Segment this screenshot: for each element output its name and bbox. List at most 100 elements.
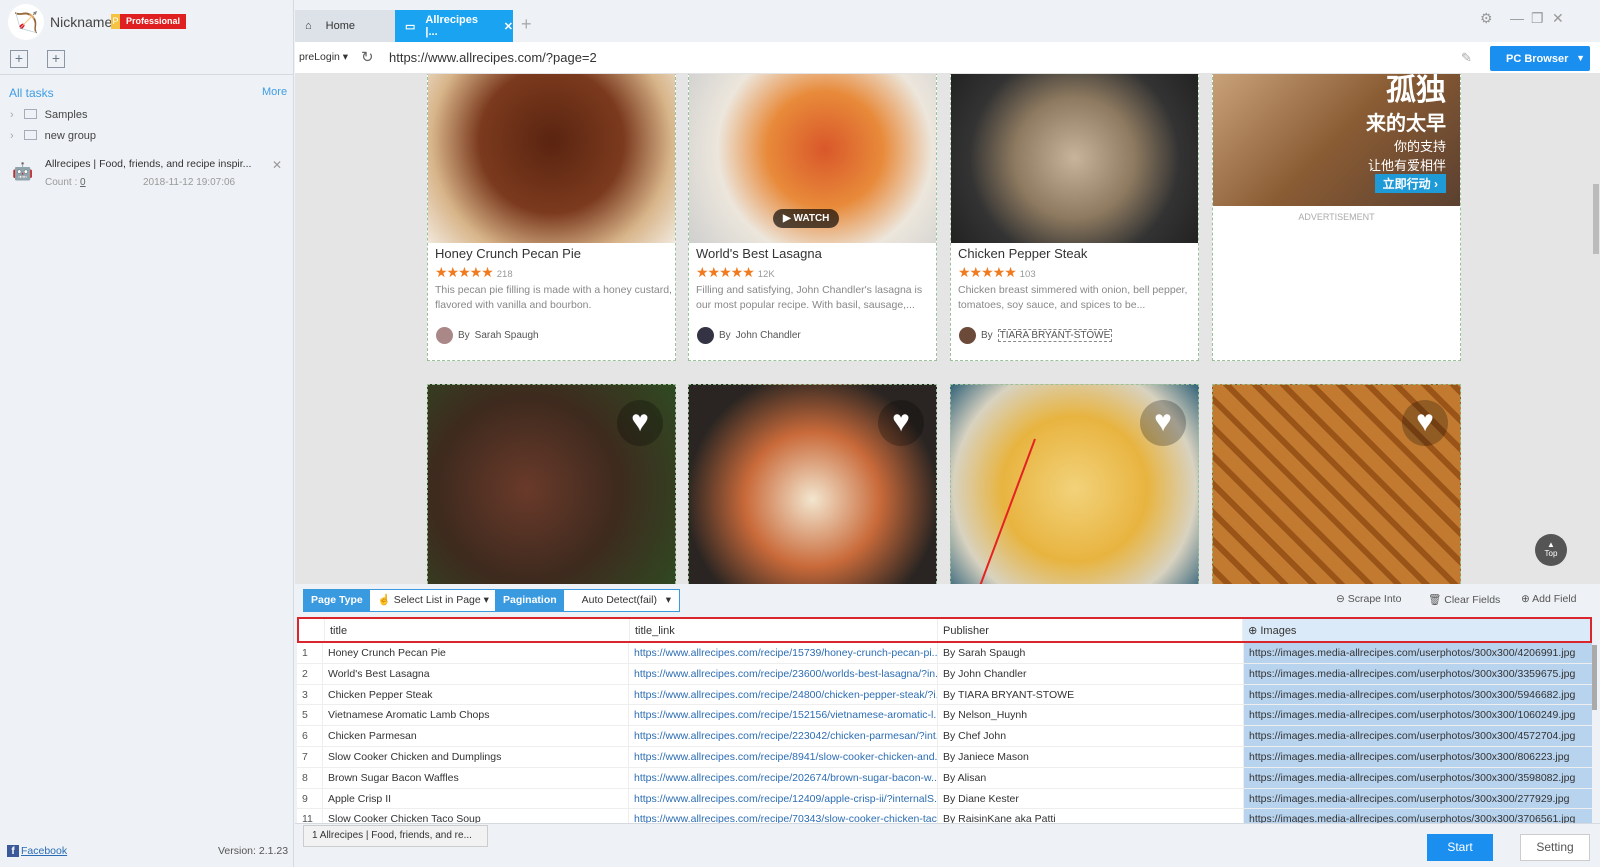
recipe-image[interactable] [428, 74, 675, 243]
heart-icon[interactable]: ♥ [878, 400, 924, 446]
cell-title-link[interactable]: https://www.allrecipes.com/recipe/23600/… [628, 663, 937, 684]
setting-button[interactable]: Setting [1520, 834, 1590, 861]
recipe-card[interactable]: ♥ [688, 384, 937, 584]
heart-icon[interactable]: ♥ [1140, 400, 1186, 446]
heart-icon[interactable]: ♥ [1402, 400, 1448, 446]
cell-title[interactable]: Chicken Pepper Steak [322, 684, 628, 705]
gear-icon[interactable]: ⚙ [1480, 10, 1493, 27]
cell-title-link[interactable]: https://www.allrecipes.com/recipe/12409/… [628, 788, 937, 809]
close-icon[interactable]: ✕ [504, 20, 513, 33]
column-header[interactable]: Publisher [937, 619, 1242, 641]
more-link[interactable]: More [262, 86, 287, 98]
caret-down-icon[interactable]: ▼ [1576, 53, 1585, 63]
recipe-card[interactable]: Chicken Pepper Steak ★★★★★ 103 Chicken br… [950, 74, 1199, 361]
count-value[interactable]: 0 [80, 177, 86, 188]
new-task-icon[interactable]: + [10, 50, 28, 68]
table-row[interactable]: 3 Chicken Pepper Steak https://www.allreci… [297, 684, 1592, 706]
table-row[interactable]: 1 Honey Crunch Pecan Pie https://www.allre… [297, 643, 1592, 664]
cell-images[interactable]: https://images.media-allrecipes.com/user… [1243, 643, 1592, 663]
cell-publisher[interactable]: By Chef John [937, 726, 1243, 746]
column-header[interactable]: title [323, 619, 629, 641]
cell-title[interactable]: Slow Cooker Chicken Taco Soup [322, 809, 628, 823]
cell-title-link[interactable]: https://www.allrecipes.com/recipe/202674… [628, 767, 937, 788]
cell-images[interactable]: https://images.media-allrecipes.com/user… [1243, 726, 1592, 746]
task-title[interactable]: Allrecipes | Food, friends, and recipe i… [45, 158, 251, 170]
table-row[interactable]: 7 Slow Cooker Chicken and Dumplings https:… [297, 746, 1592, 768]
back-to-top-button[interactable]: ▲ Top [1535, 534, 1567, 566]
recipe-image[interactable] [951, 74, 1198, 243]
watch-button[interactable]: ▶ WATCH [773, 209, 840, 228]
table-row[interactable]: 9 Apple Crisp II https://www.allrecipes.co… [297, 788, 1592, 810]
clear-fields-button[interactable]: 🗑 Clear Fields [1428, 593, 1500, 606]
pencil-icon[interactable]: ✎ [1461, 50, 1472, 66]
cell-images[interactable]: https://images.media-allrecipes.com/user… [1243, 788, 1592, 809]
ad-cta[interactable]: 立即行动 › [1374, 174, 1446, 193]
row-index[interactable]: 1 [297, 643, 322, 663]
restore-icon[interactable]: ❐ [1531, 10, 1544, 27]
cell-title[interactable]: Slow Cooker Chicken and Dumplings [322, 746, 628, 767]
nickname[interactable]: Nickname [50, 14, 112, 30]
cell-images[interactable]: https://images.media-allrecipes.com/user… [1243, 809, 1592, 823]
scrape-into-button[interactable]: ⊖ Scrape Into [1336, 593, 1401, 605]
recipe-title[interactable]: World's Best Lasagna [696, 246, 822, 261]
cell-title[interactable]: Apple Crisp II [322, 788, 628, 809]
table-row[interactable]: 8 Brown Sugar Bacon Waffles https://www.al… [297, 767, 1592, 789]
recipe-card[interactable]: ♥ [1212, 384, 1461, 584]
recipe-card[interactable]: Honey Crunch Pecan Pie ★★★★★ 218 This pec… [427, 74, 676, 361]
avatar[interactable]: 🏹 [8, 4, 44, 40]
heart-icon[interactable]: ♥ [617, 400, 663, 446]
facebook-link[interactable]: f Facebook [7, 845, 67, 857]
row-index[interactable]: 9 [297, 789, 322, 809]
row-index[interactable]: 8 [297, 768, 322, 788]
cell-title[interactable]: Vietnamese Aromatic Lamb Chops [322, 705, 628, 726]
table-row[interactable]: 6 Chicken Parmesan https://www.allrecipes.… [297, 726, 1592, 747]
ad-image[interactable]: 孤独 来的太早 你的支持 让他有爱相伴 立即行动 › [1213, 74, 1460, 206]
table-row[interactable]: 2 World's Best Lasagna https://www.allreci… [297, 663, 1592, 685]
reload-icon[interactable]: ↻ [361, 48, 374, 66]
cell-images[interactable]: https://images.media-allrecipes.com/user… [1243, 663, 1592, 684]
row-index[interactable]: 11 [297, 809, 322, 823]
cell-title-link[interactable]: https://www.allrecipes.com/recipe/70343/… [628, 809, 937, 823]
prelogin-dropdown[interactable]: preLogin ▾ [299, 51, 348, 63]
url-input[interactable]: https://www.allrecipes.com/?page=2 [389, 50, 597, 65]
close-window-icon[interactable]: ✕ [1552, 10, 1564, 27]
group-samples[interactable]: › Samples [10, 109, 87, 121]
page-type-select[interactable]: Page Type ☝ Select List in Page ▾ [303, 589, 498, 612]
cell-title[interactable]: Brown Sugar Bacon Waffles [322, 767, 628, 788]
cell-images[interactable]: https://images.media-allrecipes.com/user… [1243, 705, 1592, 726]
cell-publisher[interactable]: By John Chandler [937, 663, 1243, 684]
recipe-card[interactable]: ♥ [427, 384, 676, 584]
pagination-select[interactable]: Pagination Auto Detect(fail) ▾ [495, 589, 680, 612]
row-index[interactable]: 6 [297, 726, 322, 746]
scrollbar[interactable] [1593, 184, 1599, 254]
recipe-author[interactable]: By Sarah Spaugh [436, 327, 539, 344]
close-icon[interactable]: ✕ [272, 158, 282, 172]
cell-publisher[interactable]: By Janiece Mason [937, 746, 1243, 767]
task-tab[interactable]: 1 Allrecipes | Food, friends, and re... [303, 825, 488, 847]
column-header[interactable]: ⊕ Images [1242, 619, 1590, 641]
tab-allrecipes[interactable]: ▭ Allrecipes |... ✕ [395, 10, 513, 42]
column-header[interactable]: title_link [628, 619, 937, 641]
new-folder-icon[interactable]: + [47, 50, 65, 68]
minimize-icon[interactable]: — [1510, 10, 1524, 26]
cell-title[interactable]: Chicken Parmesan [322, 726, 628, 746]
table-row[interactable]: 5 Vietnamese Aromatic Lamb Chops https://w… [297, 705, 1592, 727]
cell-title-link[interactable]: https://www.allrecipes.com/recipe/223042… [628, 726, 937, 746]
cell-title-link[interactable]: https://www.allrecipes.com/recipe/15739/… [628, 643, 937, 663]
pc-browser-button[interactable]: PC Browser ▼ [1490, 46, 1590, 71]
row-index[interactable]: 3 [297, 685, 322, 705]
cell-publisher[interactable]: By Nelson_Huynh [937, 705, 1243, 726]
table-scrollbar[interactable] [1592, 645, 1597, 710]
add-field-button[interactable]: ⊕ Add Field [1521, 593, 1577, 605]
cell-title-link[interactable]: https://www.allrecipes.com/recipe/152156… [628, 705, 937, 726]
cell-publisher[interactable]: By Sarah Spaugh [937, 643, 1243, 663]
row-index[interactable]: 2 [297, 664, 322, 684]
recipe-author[interactable]: By John Chandler [697, 327, 801, 344]
cell-images[interactable]: https://images.media-allrecipes.com/user… [1243, 767, 1592, 788]
cell-images[interactable]: https://images.media-allrecipes.com/user… [1243, 746, 1592, 767]
cell-publisher[interactable]: By TIARA BRYANT-STOWE [937, 684, 1243, 705]
recipe-card[interactable]: ▶ WATCH World's Best Lasagna ★★★★★ 12K Fi… [688, 74, 937, 361]
tab-home[interactable]: ⌂ Home [295, 10, 395, 42]
cell-title[interactable]: World's Best Lasagna [322, 663, 628, 684]
cell-title-link[interactable]: https://www.allrecipes.com/recipe/24800/… [628, 684, 937, 705]
